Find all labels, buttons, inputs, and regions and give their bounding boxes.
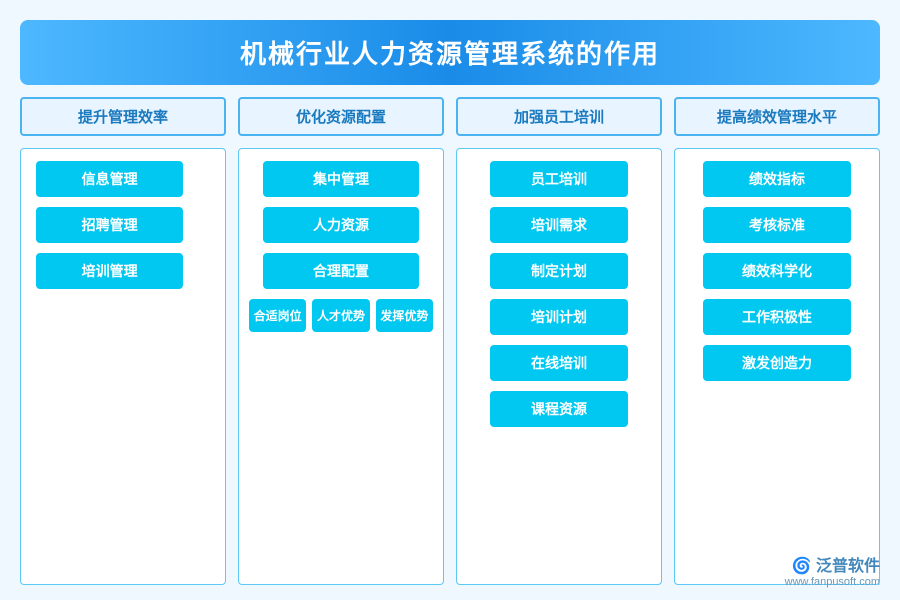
col2-item-1: 集中管理 <box>263 161 419 197</box>
col3-item-3: 制定计划 <box>490 253 628 289</box>
col3-item-4: 培训计划 <box>490 299 628 335</box>
col4-item-3: 绩效科学化 <box>703 253 850 289</box>
col3-item-2: 培训需求 <box>490 207 628 243</box>
col2-inner: 集中管理 人力资源 合理配置 合适岗位 人才优势 发挥优势 <box>249 161 433 332</box>
col4-item-1: 绩效指标 <box>703 161 850 197</box>
col4-item-4: 工作积极性 <box>703 299 850 335</box>
col2-sub-row: 合适岗位 人才优势 发挥优势 <box>249 299 433 332</box>
col3-item-6: 课程资源 <box>490 391 628 427</box>
header-1: 提升管理效率 <box>20 97 226 136</box>
column-4: 绩效指标 考核标准 绩效科学化 工作积极性 激发创造力 <box>674 148 880 585</box>
col2-item-2: 人力资源 <box>263 207 419 243</box>
col2-sub-item-1: 合适岗位 <box>249 299 306 332</box>
header-3: 加强员工培训 <box>456 97 662 136</box>
header-4: 提高绩效管理水平 <box>674 97 880 136</box>
col3-item-5: 在线培训 <box>490 345 628 381</box>
fan-icon: 🌀 <box>792 558 812 575</box>
columns-row: 信息管理 招聘管理 培训管理 集中管理 人力资源 合理配置 合适岗位 人才优势 … <box>20 148 880 585</box>
col1-item-3: 培训管理 <box>36 253 183 289</box>
watermark: 🌀 泛普软件 www.fanpusoft.com <box>785 552 880 588</box>
col1-item-2: 招聘管理 <box>36 207 183 243</box>
col4-item-2: 考核标准 <box>703 207 850 243</box>
main-container: 机械行业人力资源管理系统的作用 提升管理效率 优化资源配置 加强员工培训 提高绩… <box>0 0 900 600</box>
column-3: 员工培训 培训需求 制定计划 培训计划 在线培训 课程资源 <box>456 148 662 585</box>
col3-item-1: 员工培训 <box>490 161 628 197</box>
col2-sub-item-3: 发挥优势 <box>376 299 433 332</box>
col4-item-5: 激发创造力 <box>703 345 850 381</box>
header-2: 优化资源配置 <box>238 97 444 136</box>
headers-row: 提升管理效率 优化资源配置 加强员工培训 提高绩效管理水平 <box>20 97 880 136</box>
watermark-url: www.fanpusoft.com <box>785 576 880 588</box>
page-title: 机械行业人力资源管理系统的作用 <box>20 20 880 85</box>
col2-sub-item-2: 人才优势 <box>312 299 369 332</box>
col1-item-1: 信息管理 <box>36 161 183 197</box>
col2-item-3: 合理配置 <box>263 253 419 289</box>
watermark-logo: 🌀 泛普软件 <box>792 552 880 576</box>
column-2: 集中管理 人力资源 合理配置 合适岗位 人才优势 发挥优势 <box>238 148 444 585</box>
column-1: 信息管理 招聘管理 培训管理 <box>20 148 226 585</box>
